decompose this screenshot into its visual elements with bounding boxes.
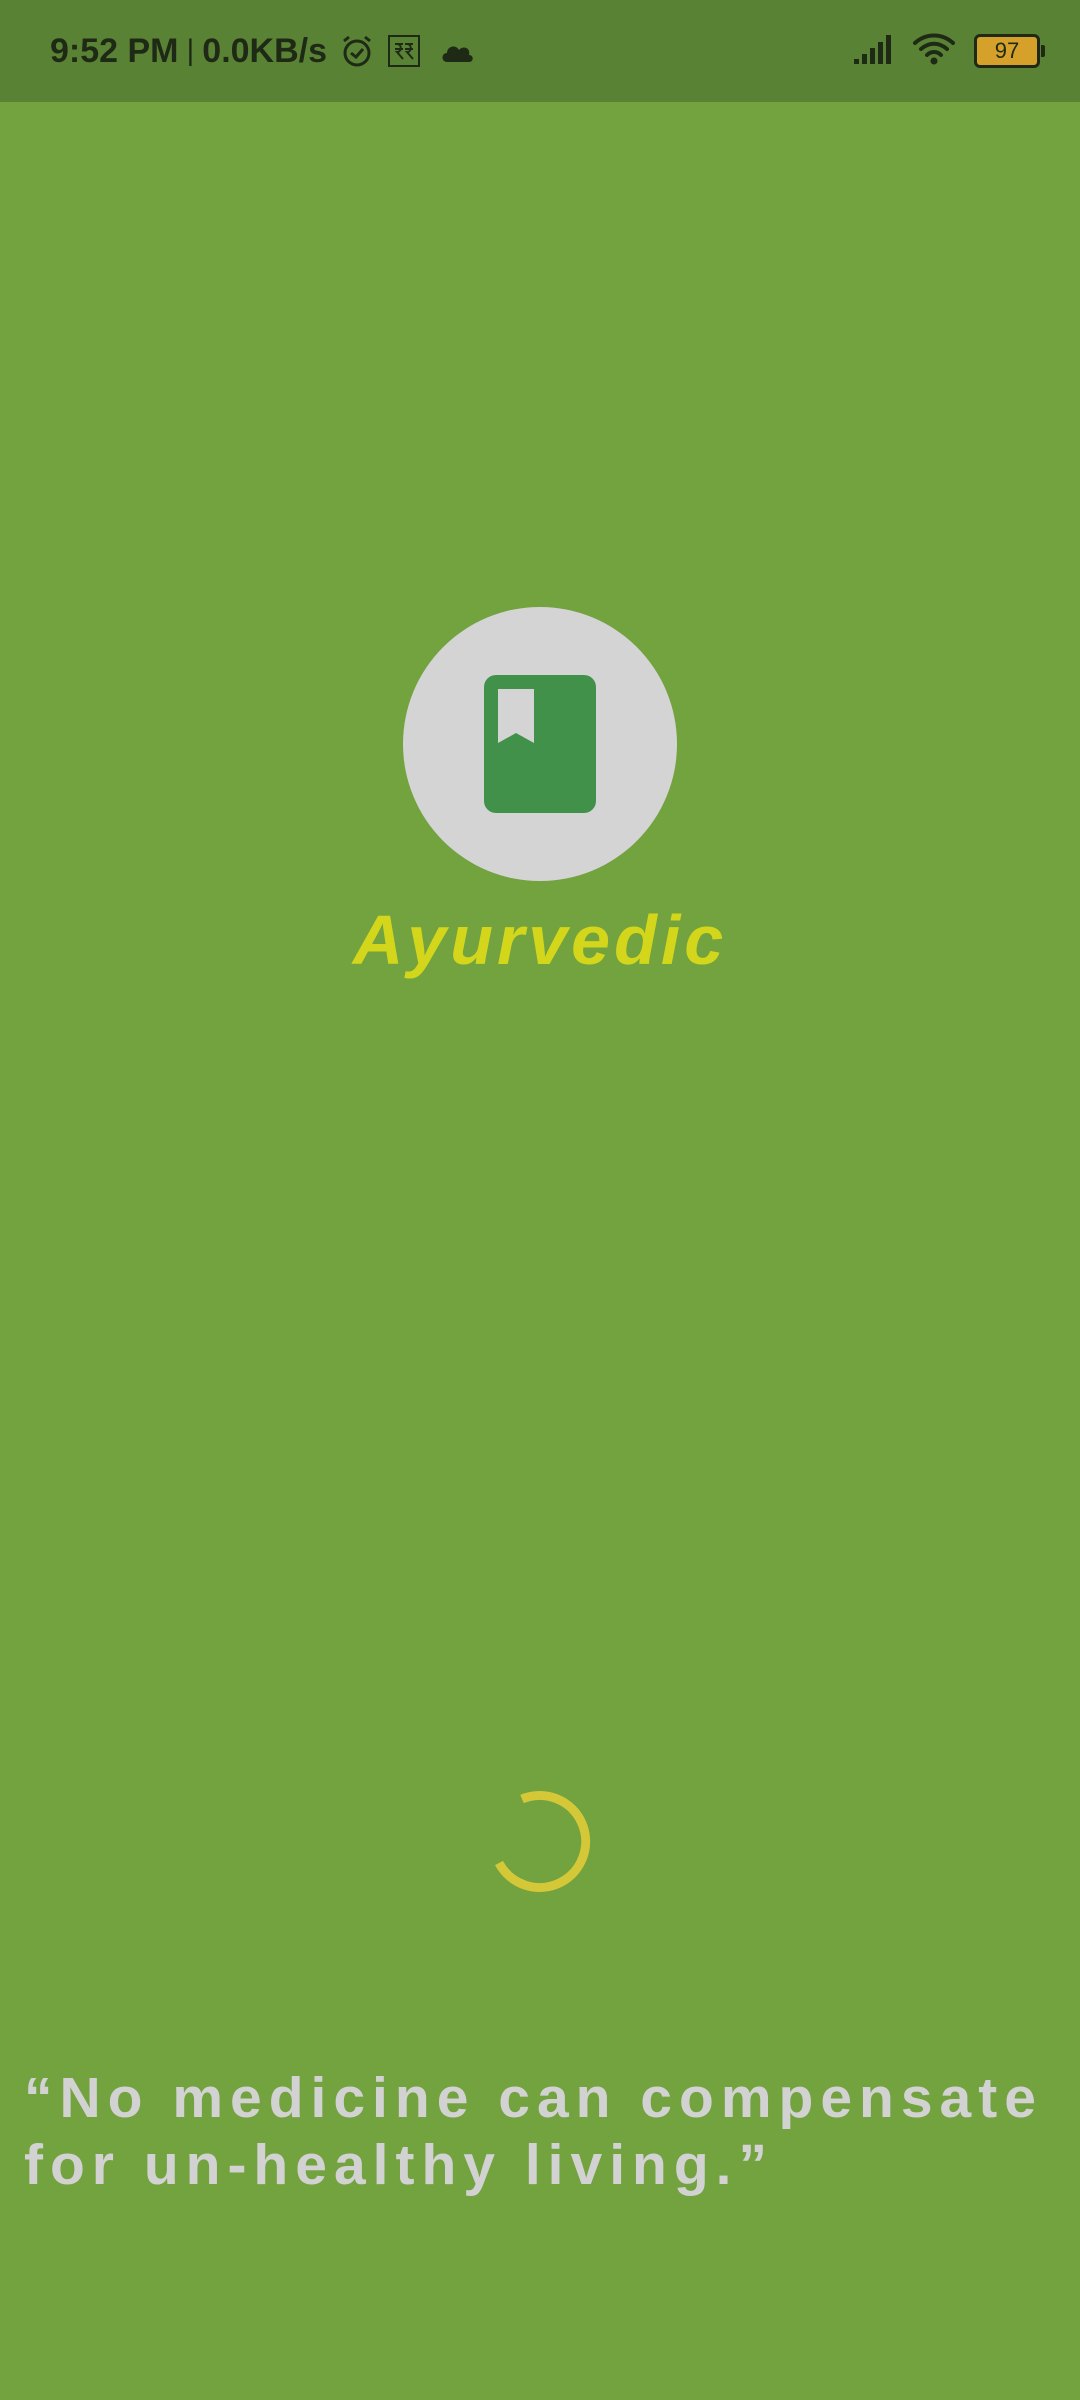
app-logo — [403, 607, 677, 881]
splash-screen: 9:52 PM | 0.0KB/s 97 Ayurvedic “No medic… — [0, 0, 1080, 2400]
health-quote: “No medicine can compensate for un-healt… — [24, 2065, 1064, 2199]
loading-spinner — [485, 1785, 595, 1895]
wifi-icon — [912, 32, 956, 71]
app-name: Ayurvedic — [352, 901, 728, 979]
bookmark-book-icon — [484, 675, 596, 813]
status-left: 9:52 PM | 0.0KB/s — [50, 0, 475, 102]
rupee-app-icon — [387, 34, 421, 68]
quote-line-2: for un-healthy living.” — [24, 2133, 775, 2197]
status-right: 97 — [852, 0, 1045, 102]
battery-icon: 97 — [974, 34, 1045, 68]
quote-line-1: “No medicine can compensate — [24, 2066, 1043, 2130]
status-separator: | — [186, 34, 195, 67]
battery-tip — [1041, 45, 1045, 57]
alarm-icon — [339, 33, 375, 69]
cloud-icon — [439, 38, 475, 64]
status-bar: 9:52 PM | 0.0KB/s 97 — [0, 0, 1080, 102]
status-time: 9:52 PM — [50, 31, 179, 70]
network-speed: 0.0KB/s — [202, 31, 328, 70]
signal-icon — [852, 33, 894, 70]
spinner-icon — [495, 1790, 591, 1892]
battery-level: 97 — [994, 38, 1020, 63]
